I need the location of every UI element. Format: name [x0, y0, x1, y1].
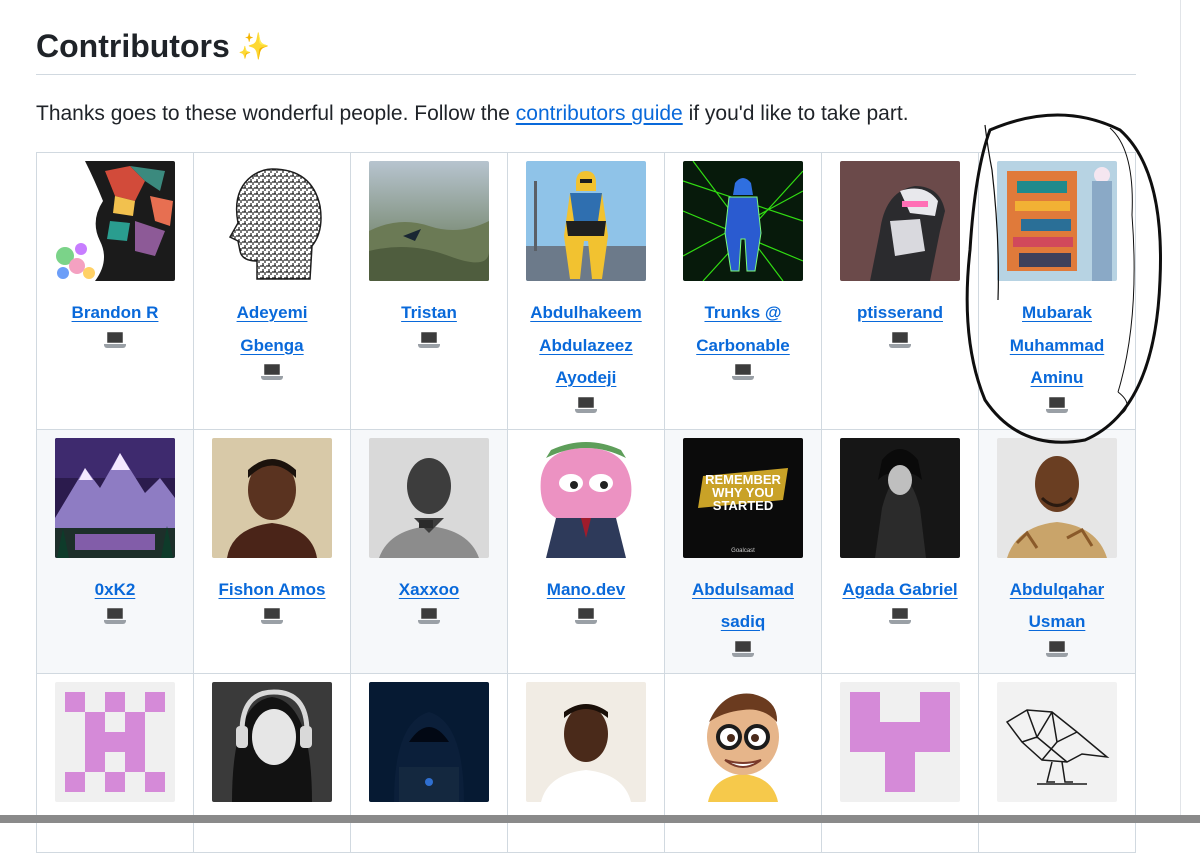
contributor-name-link[interactable]: 0xK2: [50, 574, 180, 607]
contributor-cell: [193, 672, 351, 853]
identicon-avatar[interactable]: [55, 681, 175, 802]
anime-avatar[interactable]: [840, 437, 960, 558]
table-row: 0xK2 Fishon Amos Xaxxoo Mano.dev REMEMBE…: [36, 428, 1136, 674]
pixel-mountain-avatar[interactable]: [55, 437, 175, 558]
intro-paragraph: Thanks goes to these wonderful people. F…: [36, 100, 909, 128]
contributor-cell: Fishon Amos: [193, 428, 351, 674]
contributor-cell: [664, 672, 822, 853]
laser-figure-avatar[interactable]: [683, 161, 803, 281]
wingsuit-avatar[interactable]: [369, 161, 489, 281]
laptop-icon[interactable]: [732, 364, 754, 381]
pepe-avatar[interactable]: [526, 437, 646, 558]
contributor-cell: Trunks @ Carbonable: [664, 152, 822, 430]
laptop-icon[interactable]: [575, 608, 597, 625]
laptop-icon[interactable]: [1046, 640, 1068, 658]
portrait-avatar[interactable]: [212, 437, 332, 558]
contributor-cell: Xaxxoo: [350, 428, 508, 674]
scrollbar-track[interactable]: [1180, 0, 1181, 823]
table-row: Brandon R Adeyemi Gbenga Tristan Abdulha…: [36, 152, 1136, 430]
abstract-face-avatar[interactable]: [55, 161, 175, 281]
laptop-icon[interactable]: [104, 331, 126, 349]
contributor-cell: [350, 672, 508, 853]
contributor-cell: 0xK2: [36, 428, 194, 674]
portrait-bw-avatar[interactable]: [369, 437, 489, 558]
contributor-cell: Tristan: [350, 152, 508, 430]
contributor-cell: Mubarak Muhammad Aminu: [978, 152, 1136, 430]
identicon-avatar[interactable]: [840, 681, 960, 802]
poster-line-3: STARTED: [713, 498, 773, 513]
laptop-icon[interactable]: [418, 331, 440, 349]
intro-text-after: if you'd like to take part.: [682, 102, 909, 125]
contributor-name-link[interactable]: Fishon Amos: [207, 574, 337, 607]
colorful-building-avatar[interactable]: [997, 161, 1117, 281]
contributor-name-link[interactable]: ptisserand: [835, 297, 965, 330]
contributor-cell: [507, 672, 665, 853]
contributor-name-link[interactable]: Abdulqahar Usman: [992, 574, 1122, 639]
contributor-cell: REMEMBER WHY YOU STARTED Goalcast Abduls…: [664, 428, 822, 674]
bottom-edge-bar: [0, 815, 1200, 823]
contributors-guide-link[interactable]: contributors guide: [516, 102, 683, 125]
contributor-name-link[interactable]: Tristan: [364, 297, 494, 330]
laptop-icon[interactable]: [889, 331, 911, 349]
contributor-cell: [36, 672, 194, 853]
laptop-icon[interactable]: [732, 640, 754, 658]
heading-divider: [36, 74, 1136, 75]
intro-text-before: Thanks goes to these wonderful people. F…: [36, 102, 516, 125]
laptop-icon[interactable]: [104, 608, 126, 625]
contributors-table: Brandon R Adeyemi Gbenga Tristan Abdulha…: [36, 152, 1136, 853]
contributor-cell: Mano.dev: [507, 428, 665, 674]
wire-bird-avatar[interactable]: [997, 681, 1117, 802]
contributor-name-link[interactable]: Abdulhakeem Abdulazeez Ayodeji: [521, 297, 651, 395]
contributors-heading: Contributors ✨: [36, 26, 270, 66]
laptop-icon[interactable]: [575, 396, 597, 414]
remember-poster-avatar[interactable]: REMEMBER WHY YOU STARTED Goalcast: [683, 437, 803, 558]
contributor-cell: Abdulqahar Usman: [978, 428, 1136, 674]
portrait-avatar[interactable]: [997, 437, 1117, 558]
poster-brand: Goalcast: [731, 548, 755, 554]
contributor-cell: Abdulhakeem Abdulazeez Ayodeji: [507, 152, 665, 430]
laptop-icon[interactable]: [1046, 396, 1068, 414]
contributor-cell: Adeyemi Gbenga: [193, 152, 351, 430]
laptop-icon[interactable]: [889, 608, 911, 625]
contributor-name-link[interactable]: Mano.dev: [521, 574, 651, 607]
laptop-icon[interactable]: [261, 608, 283, 625]
contributor-name-link[interactable]: Adeyemi Gbenga: [207, 297, 337, 362]
table-row: [36, 672, 1136, 853]
cartoon-boy-avatar[interactable]: [683, 681, 803, 802]
contributor-name-link[interactable]: Brandon R: [50, 297, 180, 330]
contributor-name-link[interactable]: Mubarak Muhammad Aminu: [992, 297, 1122, 395]
headphones-girl-avatar[interactable]: [212, 681, 332, 802]
contributor-name-link[interactable]: Trunks @ Carbonable: [678, 297, 808, 362]
heading-text: Contributors: [36, 28, 230, 64]
laptop-icon[interactable]: [418, 608, 440, 625]
contributor-cell: ptisserand: [821, 152, 979, 430]
contributor-name-link[interactable]: Xaxxoo: [364, 574, 494, 607]
contributor-cell: Agada Gabriel: [821, 428, 979, 674]
contributor-cell: Brandon R: [36, 152, 194, 430]
superhero-avatar[interactable]: [526, 161, 646, 281]
contributor-name-link[interactable]: Abdulsamad sadiq: [678, 574, 808, 639]
maze-head-avatar[interactable]: [212, 161, 332, 281]
contributor-cell: [978, 672, 1136, 853]
portrait-avatar[interactable]: [526, 681, 646, 802]
robot-avatar[interactable]: [840, 161, 960, 281]
sparkles-icon: ✨: [237, 31, 271, 61]
hacker-avatar[interactable]: [369, 681, 489, 802]
contributor-name-link[interactable]: Agada Gabriel: [835, 574, 965, 607]
contributor-cell: [821, 672, 979, 853]
laptop-icon[interactable]: [261, 364, 283, 381]
